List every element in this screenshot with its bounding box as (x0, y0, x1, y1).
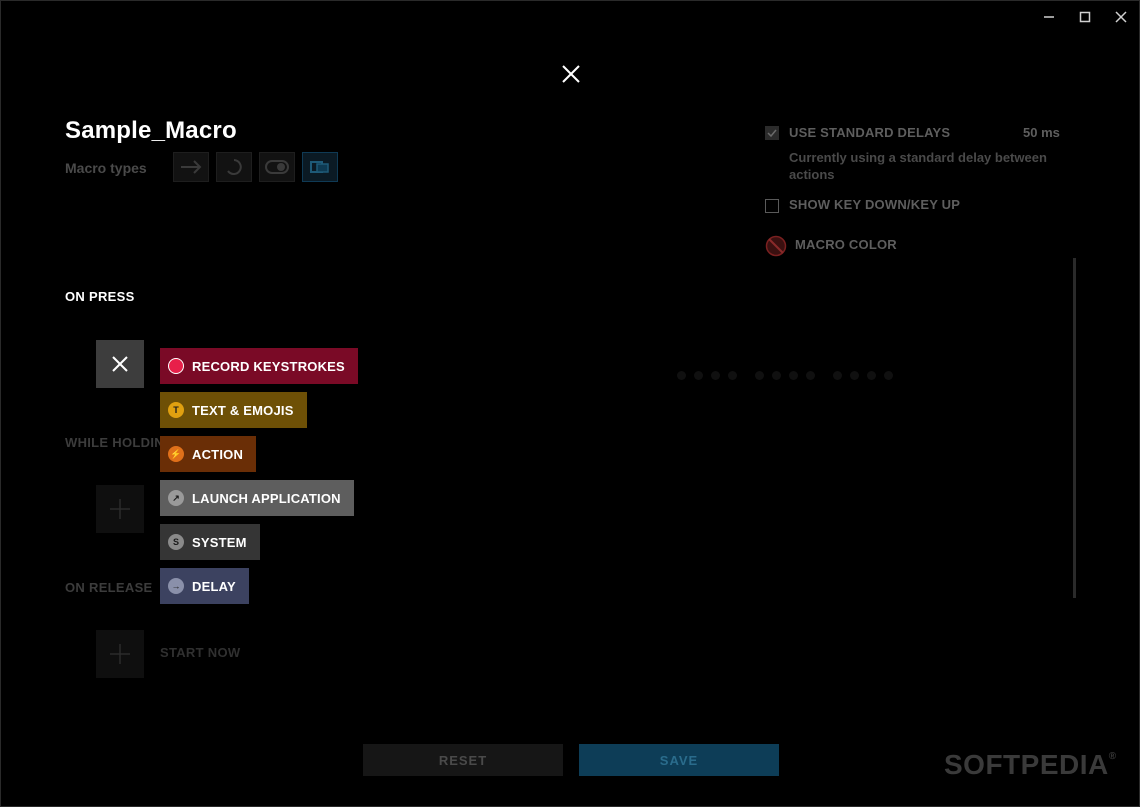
save-button[interactable]: SAVE (579, 744, 779, 776)
show-key-down-up-label: SHOW KEY DOWN/KEY UP (789, 197, 961, 212)
macro-editor-window: Sample_Macro Macro types ON PRESS WHILE … (0, 0, 1140, 807)
close-icon (112, 356, 128, 372)
menu-option-label: RECORD KEYSTROKES (192, 358, 345, 374)
macro-name[interactable]: Sample_Macro (65, 117, 237, 145)
arrow-right-icon (181, 160, 202, 174)
standard-delays-checkbox[interactable] (765, 126, 779, 140)
registered-mark: ® (1108, 751, 1117, 762)
while-holding-add-button[interactable] (96, 485, 144, 533)
type-no-repeat-button[interactable] (173, 152, 209, 182)
macro-type-selector (173, 152, 338, 182)
plus-icon (110, 644, 130, 664)
repeat-icon (227, 159, 242, 175)
type-sequence-button[interactable] (302, 152, 338, 182)
reset-button[interactable]: RESET (363, 744, 563, 776)
close-icon (1115, 11, 1127, 23)
close-icon (562, 65, 580, 83)
on-press-slot-close-button[interactable] (96, 340, 144, 388)
settings-scrollbar[interactable] (1073, 258, 1076, 598)
background-indicator-dots (677, 371, 893, 380)
type-toggle-button[interactable] (259, 152, 295, 182)
record-icon (168, 358, 184, 374)
window-controls (1031, 7, 1139, 27)
menu-option-label: DELAY (192, 578, 236, 594)
maximize-button[interactable] (1067, 7, 1103, 27)
menu-option-delay[interactable]: → DELAY (160, 568, 249, 604)
standard-delays-description: Currently using a standard delay between… (789, 150, 1047, 182)
on-press-heading: ON PRESS (65, 289, 135, 304)
standard-delays-label: USE STANDARD DELAYS (789, 125, 951, 140)
menu-option-label: LAUNCH APPLICATION (192, 490, 341, 506)
menu-option-label: TEXT & EMOJIS (192, 402, 294, 418)
while-holding-heading: WHILE HOLDIN (65, 435, 164, 450)
no-color-icon (765, 235, 787, 257)
checkmark-icon (767, 129, 777, 138)
macro-color-swatch[interactable] (765, 235, 787, 257)
system-icon: S (168, 534, 184, 550)
menu-option-label: ACTION (192, 446, 244, 462)
window-close-button[interactable] (1103, 7, 1139, 27)
minimize-button[interactable] (1031, 7, 1067, 27)
on-release-add-button[interactable] (96, 630, 144, 678)
menu-option-text-emojis[interactable]: T TEXT & EMOJIS (160, 392, 307, 428)
menu-option-system[interactable]: S SYSTEM (160, 524, 260, 560)
start-now-label[interactable]: START NOW (160, 645, 240, 660)
close-editor-button[interactable] (557, 60, 585, 88)
on-release-heading: ON RELEASE (65, 580, 153, 595)
watermark-text: SOFTPEDIA (944, 749, 1109, 780)
launch-icon: ↗ (168, 490, 184, 506)
plus-icon (110, 499, 130, 519)
type-repeat-button[interactable] (216, 152, 252, 182)
menu-option-record-keystrokes[interactable]: RECORD KEYSTROKES (160, 348, 358, 384)
macro-color-label: MACRO COLOR (795, 237, 897, 252)
menu-option-label: SYSTEM (192, 534, 247, 550)
toggle-icon (265, 160, 289, 174)
delay-icon: → (168, 578, 184, 594)
sequence-icon (310, 161, 329, 173)
text-icon: T (168, 402, 184, 418)
standard-delays-value[interactable]: 50 ms (1023, 125, 1060, 140)
maximize-icon (1079, 11, 1091, 23)
menu-option-launch-application[interactable]: ↗ LAUNCH APPLICATION (160, 480, 354, 516)
menu-option-action[interactable]: ⚡ ACTION (160, 436, 257, 472)
softpedia-watermark: SOFTPEDIA® (944, 749, 1117, 781)
lightning-icon: ⚡ (168, 446, 184, 462)
minimize-icon (1044, 16, 1054, 18)
macro-types-label: Macro types (65, 160, 147, 176)
show-key-down-up-checkbox[interactable] (765, 199, 779, 213)
